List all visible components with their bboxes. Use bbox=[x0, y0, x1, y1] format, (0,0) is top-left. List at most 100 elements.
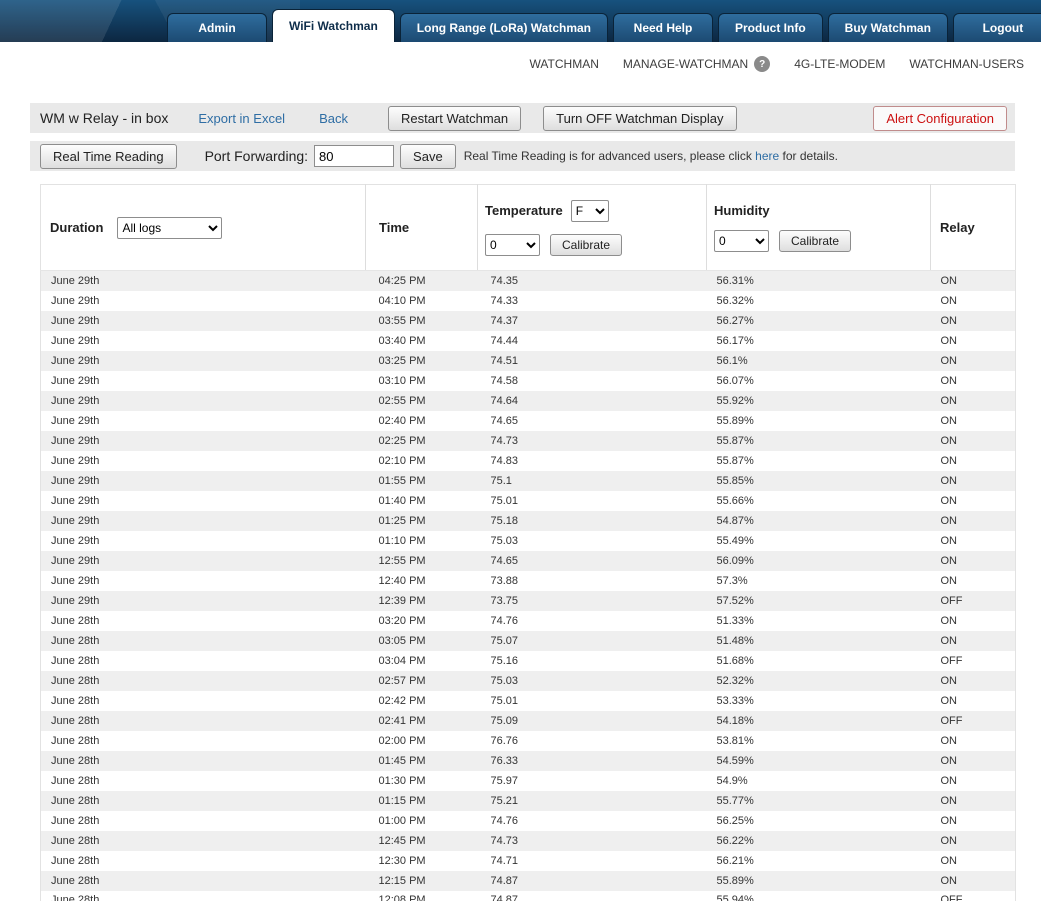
duration-cell: June 28th bbox=[51, 814, 100, 827]
alert-configuration-button[interactable]: Alert Configuration bbox=[873, 105, 1007, 131]
temperature-cell: 73.75 bbox=[490, 594, 519, 607]
humidity-cell: 56.31% bbox=[716, 274, 754, 287]
table-row: June 29th 12:39 PM 73.75 57.52% OFF bbox=[40, 590, 1016, 611]
export-excel-link[interactable]: Export in Excel bbox=[198, 111, 285, 126]
time-cell: 01:30 PM bbox=[378, 774, 426, 787]
time-cell: 12:30 PM bbox=[378, 854, 426, 867]
subnav-manage-watchman-group: MANAGE-WATCHMAN ? bbox=[623, 56, 771, 72]
duration-cell: June 29th bbox=[51, 354, 100, 367]
temperature-cell: 74.44 bbox=[490, 334, 519, 347]
humidity-cell: 56.09% bbox=[716, 554, 754, 567]
restart-watchman-button[interactable]: Restart Watchman bbox=[387, 105, 522, 131]
time-cell: 02:42 PM bbox=[378, 694, 426, 707]
relay-cell: ON bbox=[940, 754, 958, 767]
relay-cell: ON bbox=[940, 774, 958, 787]
help-icon[interactable]: ? bbox=[754, 56, 771, 72]
temperature-offset-select[interactable]: 0 bbox=[485, 233, 540, 256]
temperature-cell: 75.01 bbox=[490, 694, 519, 707]
duration-cell: June 29th bbox=[51, 534, 100, 547]
table-row: June 28th 01:30 PM 75.97 54.9% ON bbox=[40, 770, 1016, 791]
duration-cell: June 29th bbox=[51, 334, 100, 347]
turn-off-display-button[interactable]: Turn OFF Watchman Display bbox=[543, 105, 737, 131]
duration-cell: June 29th bbox=[51, 594, 100, 607]
table-row: June 29th 02:10 PM 74.83 55.87% ON bbox=[40, 450, 1016, 471]
table-row: June 29th 01:40 PM 75.01 55.66% ON bbox=[40, 490, 1016, 511]
tab-wifi-watchman[interactable]: WiFi Watchman bbox=[272, 9, 395, 42]
relay-label: Relay bbox=[940, 220, 975, 235]
time-cell: 03:04 PM bbox=[378, 654, 426, 667]
temperature-cell: 74.87 bbox=[490, 874, 519, 887]
duration-cell: June 28th bbox=[51, 734, 100, 747]
relay-cell: ON bbox=[940, 514, 958, 527]
temperature-cell: 74.73 bbox=[490, 834, 519, 847]
duration-cell: June 28th bbox=[51, 614, 100, 627]
subnav-watchman[interactable]: WATCHMAN bbox=[530, 57, 599, 71]
here-link[interactable]: here bbox=[755, 149, 779, 163]
temperature-unit-select[interactable]: F bbox=[570, 199, 609, 222]
table-row: June 29th 02:40 PM 74.65 55.89% ON bbox=[40, 410, 1016, 431]
table-row: June 29th 03:10 PM 74.58 56.07% ON bbox=[40, 370, 1016, 391]
time-cell: 12:45 PM bbox=[378, 834, 426, 847]
table-row: June 28th 01:45 PM 76.33 54.59% ON bbox=[40, 750, 1016, 771]
table-row: June 28th 02:42 PM 75.01 53.33% ON bbox=[40, 690, 1016, 711]
duration-cell: June 29th bbox=[51, 554, 100, 567]
table-row: June 28th 01:15 PM 75.21 55.77% ON bbox=[40, 790, 1016, 811]
time-cell: 01:45 PM bbox=[378, 754, 426, 767]
temperature-cell: 74.65 bbox=[490, 554, 519, 567]
tab-lora-watchman[interactable]: Long Range (LoRa) Watchman bbox=[399, 13, 608, 42]
temperature-calibrate-button[interactable]: Calibrate bbox=[550, 233, 623, 256]
duration-cell: June 28th bbox=[51, 794, 100, 807]
duration-cell: June 29th bbox=[51, 514, 100, 527]
real-time-reading-button[interactable]: Real Time Reading bbox=[40, 143, 177, 169]
tab-admin[interactable]: Admin bbox=[167, 13, 267, 42]
relay-cell: ON bbox=[940, 274, 958, 287]
time-cell: 02:25 PM bbox=[378, 434, 426, 447]
sub-navigation: WATCHMAN MANAGE-WATCHMAN ? 4G-LTE-MODEM … bbox=[0, 42, 1041, 86]
duration-cell: June 28th bbox=[51, 894, 100, 901]
humidity-calibrate-button[interactable]: Calibrate bbox=[779, 230, 852, 252]
duration-cell: June 28th bbox=[51, 654, 100, 667]
humidity-cell: 55.77% bbox=[716, 794, 754, 807]
tab-need-help[interactable]: Need Help bbox=[613, 13, 713, 42]
tab-logout[interactable]: Logout bbox=[952, 13, 1041, 42]
port-forwarding-input[interactable] bbox=[314, 145, 395, 167]
time-cell: 03:20 PM bbox=[378, 614, 426, 627]
duration-cell: June 29th bbox=[51, 314, 100, 327]
temperature-cell: 74.33 bbox=[490, 294, 519, 307]
humidity-cell: 53.81% bbox=[716, 734, 754, 747]
time-cell: 12:08 PM bbox=[378, 894, 426, 901]
log-table-body: June 29th 04:25 PM 74.35 56.31% ON June 29th 0… bbox=[40, 270, 1016, 901]
relay-cell: ON bbox=[940, 734, 958, 747]
relay-cell: ON bbox=[940, 674, 958, 687]
relay-cell: ON bbox=[940, 614, 958, 627]
temperature-cell: 76.33 bbox=[490, 754, 519, 767]
table-row: June 28th 12:15 PM 74.87 55.89% ON bbox=[40, 870, 1016, 891]
duration-cell: June 29th bbox=[51, 574, 100, 587]
subnav-watchman-users[interactable]: WATCHMAN-USERS bbox=[909, 57, 1024, 71]
note-text-after: for details. bbox=[779, 149, 838, 163]
time-header: Time bbox=[365, 184, 478, 271]
duration-header: Duration All logs bbox=[40, 184, 366, 271]
duration-cell: June 28th bbox=[51, 834, 100, 847]
back-link[interactable]: Back bbox=[319, 111, 348, 126]
duration-cell: June 28th bbox=[51, 774, 100, 787]
duration-cell: June 28th bbox=[51, 854, 100, 867]
save-button[interactable]: Save bbox=[400, 143, 456, 169]
relay-cell: ON bbox=[940, 554, 958, 567]
humidity-cell: 56.07% bbox=[716, 374, 754, 387]
relay-cell: OFF bbox=[940, 894, 963, 901]
note-text-before: Real Time Reading is for advanced users,… bbox=[463, 149, 756, 163]
temperature-header: Temperature F 0 Calibrate bbox=[477, 184, 707, 271]
duration-filter-select[interactable]: All logs bbox=[117, 216, 223, 239]
temperature-cell: 75.16 bbox=[490, 654, 519, 667]
humidity-cell: 53.33% bbox=[716, 694, 754, 707]
tab-product-info[interactable]: Product Info bbox=[718, 13, 823, 42]
table-row: June 28th 02:41 PM 75.09 54.18% OFF bbox=[40, 710, 1016, 731]
subnav-4g-lte-modem[interactable]: 4G-LTE-MODEM bbox=[794, 57, 885, 71]
relay-cell: ON bbox=[940, 634, 958, 647]
temperature-cell: 74.87 bbox=[490, 894, 519, 901]
tab-buy-watchman[interactable]: Buy Watchman bbox=[827, 13, 948, 42]
humidity-offset-select[interactable]: 0 bbox=[714, 230, 769, 252]
subnav-manage-watchman[interactable]: MANAGE-WATCHMAN bbox=[623, 57, 748, 71]
relay-cell: ON bbox=[940, 334, 958, 347]
